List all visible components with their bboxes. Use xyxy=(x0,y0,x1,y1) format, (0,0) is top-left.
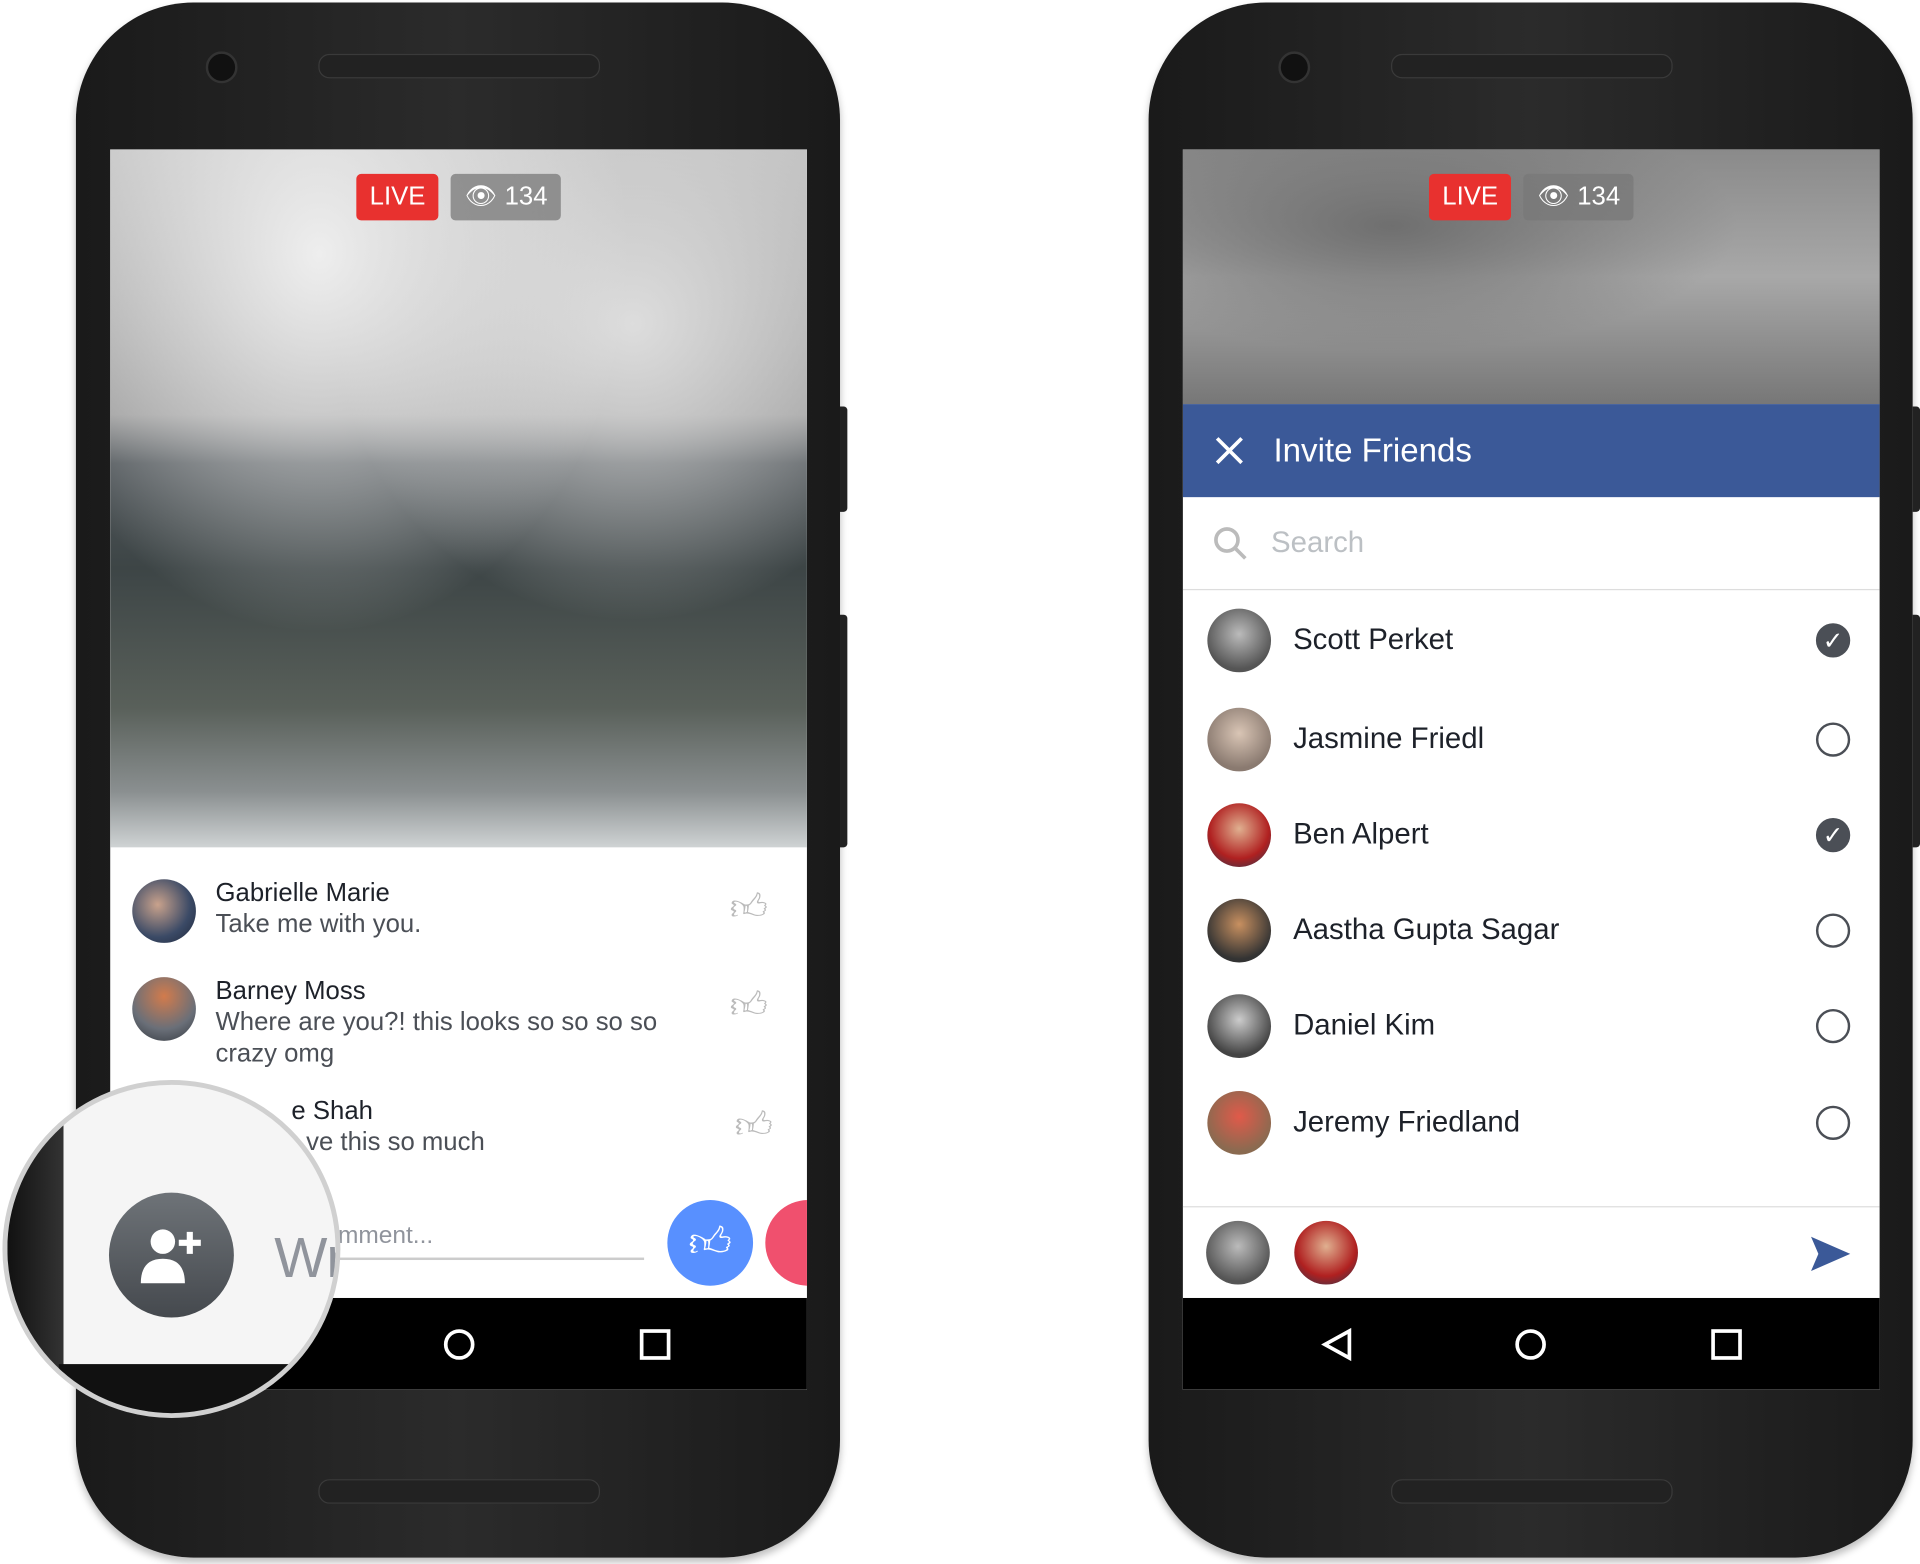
comment: e Shah ve this so much xyxy=(291,1097,783,1158)
friend-name: Daniel Kim xyxy=(1293,1008,1436,1043)
close-icon[interactable] xyxy=(1215,436,1244,465)
invite-screen: LIVE 👁 134 Invite Friends Search Scott P… xyxy=(1182,149,1880,1390)
avatar xyxy=(1207,608,1272,673)
speaker xyxy=(318,53,601,79)
viewer-count: 134 xyxy=(1577,182,1621,211)
like-reaction-icon[interactable]: 👍︎ xyxy=(667,1200,754,1286)
avatar xyxy=(1207,707,1272,772)
comment-text: Where are you?! this looks so so so so c… xyxy=(215,1007,658,1068)
avatar xyxy=(1207,803,1272,867)
checked-circle-icon[interactable]: ✓ xyxy=(1815,623,1851,658)
friend-row[interactable]: Jeremy Friedland xyxy=(1183,1080,1880,1166)
unchecked-circle-icon[interactable] xyxy=(1815,1105,1851,1141)
friend-row[interactable]: Daniel Kim xyxy=(1183,983,1880,1069)
live-badge: LIVE xyxy=(356,173,439,221)
friend-name: Scott Perket xyxy=(1293,623,1454,657)
speaker xyxy=(318,1479,601,1504)
send-icon[interactable] xyxy=(1809,1234,1853,1273)
speaker xyxy=(1391,1479,1673,1504)
recents-icon[interactable] xyxy=(1709,1327,1743,1361)
comment-input[interactable]: mment... xyxy=(337,1222,645,1261)
friend-name: Jeremy Friedland xyxy=(1293,1105,1521,1139)
avatar xyxy=(1207,898,1272,963)
unchecked-circle-icon[interactable] xyxy=(1815,1008,1851,1044)
add-friend-icon[interactable] xyxy=(108,1192,234,1318)
friend-name: Aastha Gupta Sagar xyxy=(1293,913,1560,947)
avatar xyxy=(132,879,196,943)
power-button xyxy=(840,614,848,848)
search-icon xyxy=(1214,526,1247,560)
friend-name: Jasmine Friedl xyxy=(1293,722,1485,756)
back-icon[interactable] xyxy=(1320,1327,1354,1362)
header-title: Invite Friends xyxy=(1273,431,1472,469)
selected-friends-bar xyxy=(1182,1206,1880,1299)
friend-row[interactable]: Jasmine Friedl xyxy=(1183,697,1880,783)
friend-row[interactable]: Ben Alpert ✓ xyxy=(1183,792,1880,878)
android-nav-bar xyxy=(1182,1297,1880,1390)
recents-icon[interactable] xyxy=(638,1327,672,1361)
friend-name: Ben Alpert xyxy=(1293,817,1429,852)
power-button xyxy=(1912,614,1920,848)
comment-author: Barney Moss xyxy=(215,977,366,1006)
checked-circle-icon[interactable]: ✓ xyxy=(1815,817,1851,853)
search-input[interactable]: Search xyxy=(1271,526,1364,560)
selected-avatar[interactable] xyxy=(1206,1220,1270,1285)
speaker xyxy=(1391,53,1673,79)
viewer-count-badge: 👁 134 xyxy=(1523,173,1634,221)
friend-row[interactable]: Aastha Gupta Sagar xyxy=(1183,888,1880,974)
viewer-count: 134 xyxy=(504,182,548,211)
thumbs-up-outline-icon[interactable]: 👍︎ xyxy=(735,1104,773,1148)
comment-text: Take me with you. xyxy=(215,909,422,938)
friend-row[interactable]: Scott Perket ✓ xyxy=(1183,598,1880,684)
volume-button xyxy=(1912,406,1920,512)
live-video: LIVE 👁 134 xyxy=(1182,149,1880,405)
comment: Gabrielle Marie Take me with you. xyxy=(132,879,693,943)
thumbs-up-outline-icon[interactable]: 👍︎ xyxy=(730,984,768,1028)
comment-author: Gabrielle Marie xyxy=(215,879,390,908)
magnifier: Wr xyxy=(2,1080,341,1418)
home-icon[interactable] xyxy=(442,1327,476,1361)
comment-input-magnified: Wr xyxy=(274,1225,341,1290)
viewer-count-badge: 👁 134 xyxy=(451,173,561,221)
avatar xyxy=(132,977,196,1041)
search-bar[interactable]: Search xyxy=(1182,497,1880,591)
avatar xyxy=(1207,1091,1272,1155)
camera xyxy=(205,51,238,84)
selected-avatar[interactable] xyxy=(1294,1220,1358,1285)
comment-author: e Shah xyxy=(291,1097,373,1126)
unchecked-circle-icon[interactable] xyxy=(1815,722,1851,757)
home-icon[interactable] xyxy=(1513,1327,1547,1361)
invite-header: Invite Friends xyxy=(1182,404,1880,498)
volume-button xyxy=(840,406,848,512)
eye-icon: 👁 xyxy=(464,182,498,211)
avatar xyxy=(1207,994,1272,1058)
right-phone: LIVE 👁 134 Invite Friends Search Scott P… xyxy=(1148,2,1920,1558)
live-video: LIVE 👁 134 xyxy=(110,149,807,848)
comment-text: ve this so much xyxy=(306,1127,485,1156)
camera xyxy=(1278,51,1311,84)
eye-icon: 👁 xyxy=(1537,182,1570,211)
comment: Barney Moss Where are you?! this looks s… xyxy=(132,977,693,1070)
thumbs-up-outline-icon[interactable]: 👍︎ xyxy=(730,887,768,931)
unchecked-circle-icon[interactable] xyxy=(1815,913,1851,948)
live-badge: LIVE xyxy=(1428,173,1512,221)
love-reaction-icon[interactable] xyxy=(765,1200,807,1286)
